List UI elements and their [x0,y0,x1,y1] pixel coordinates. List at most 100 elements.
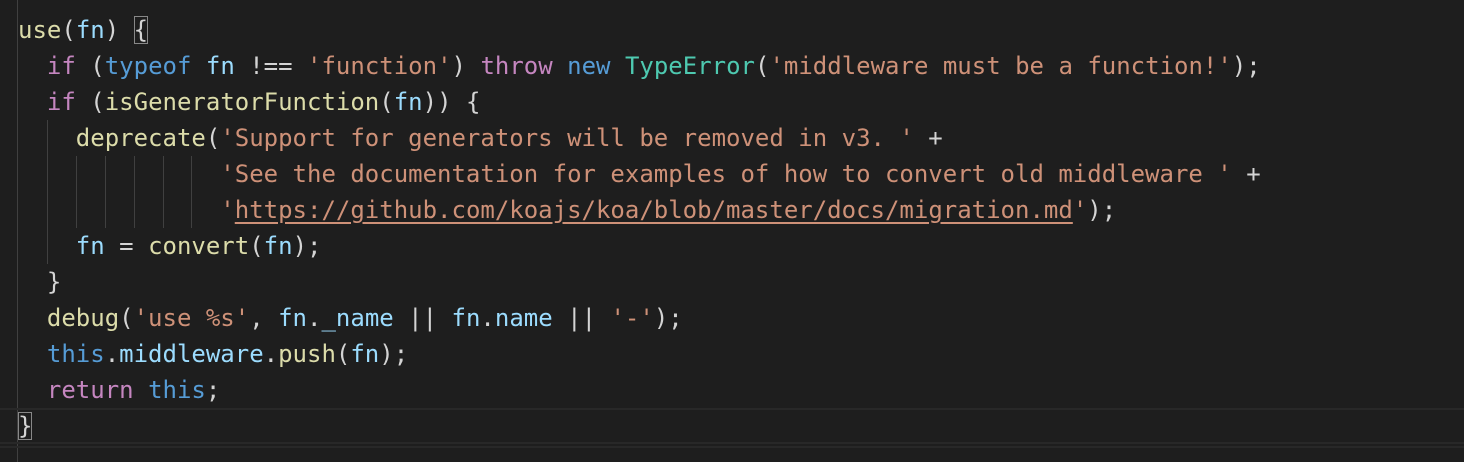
code-token: 'function' [307,52,452,80]
code-token: ) [104,16,134,44]
code-token: = [104,232,149,260]
code-token: middleware [119,340,264,368]
code-line[interactable]: 'https://github.com/koajs/koa/blob/maste… [18,192,1464,228]
code-token: 'use %s' [133,304,250,332]
code-line[interactable]: if (typeof fn !== 'function') throw new … [18,48,1464,84]
code-token: ) [451,52,481,80]
code-token: || [393,304,452,332]
code-token: . [307,304,322,332]
indent-guide [104,156,106,192]
code-line[interactable]: 'See the documentation for examples of h… [18,156,1464,192]
code-lines[interactable]: use(fn) { if (typeof fn !== 'function') … [18,12,1464,444]
indent-guide [75,192,77,228]
code-token: + [1231,160,1261,188]
code-token: debug [46,304,120,332]
code-token: fn [350,340,380,368]
indent-guide [191,192,193,228]
code-token: ); [1087,196,1117,224]
code-token: name [494,304,553,332]
code-token: ); [1231,52,1261,80]
code-token: fn [205,52,235,80]
code-token: ( [205,124,221,152]
code-line[interactable]: } [0,408,1464,444]
code-link[interactable]: https://github.com/koajs/koa/blob/master… [235,196,1073,224]
code-token: 'Support for generators will be removed … [220,124,914,152]
indent-guide [162,156,164,192]
code-token: new [567,52,611,80]
code-token: use [18,16,62,44]
code-token: this [46,340,105,368]
indent-guide [104,192,106,228]
code-token: 'middleware must be a function!' [769,52,1232,80]
code-token: '-' [610,304,654,332]
code-token: push [278,340,336,368]
code-token: 'See the documentation for examples of h… [220,160,1232,188]
code-token: fn [75,232,105,260]
code-token: } [18,412,33,440]
code-token: convert [148,232,250,260]
code-line[interactable]: use(fn) { [18,12,1464,48]
code-line[interactable]: deprecate('Support for generators will b… [18,120,1464,156]
code-line[interactable]: fn = convert(fn); [18,228,1464,264]
code-token: } [46,268,62,296]
code-token: )) { [422,88,481,116]
code-token: . [263,340,279,368]
code-token: ( [75,88,105,116]
editor-bottom-edge [0,446,1464,448]
code-token: isGeneratorFunction [104,88,380,116]
indent-guide [162,192,164,228]
code-line[interactable]: return this; [18,372,1464,408]
code-token: ); [653,304,683,332]
code-token: { [133,16,149,44]
code-token: ( [755,52,770,80]
code-token: if [46,52,76,80]
code-token: ; [205,376,221,404]
code-token: fn [278,304,308,332]
code-token: + [913,124,943,152]
code-token: . [480,304,495,332]
indent-guide [46,120,48,156]
code-token: ' [1072,196,1088,224]
code-token: fn [451,304,481,332]
code-line[interactable]: this.middleware.push(fn); [18,336,1464,372]
code-token: ( [379,88,394,116]
code-token: this [148,376,206,404]
code-token: typeof [104,52,192,80]
indent-guide [133,192,135,228]
indent-guide [46,192,48,228]
code-token: , [249,304,279,332]
indent-guide [133,156,135,192]
code-line[interactable]: if (isGeneratorFunction(fn)) { [18,84,1464,120]
code-token: ); [379,340,409,368]
code-token: fn [263,232,293,260]
code-token: if [46,88,76,116]
code-line[interactable]: } [18,264,1464,300]
indent-guide [75,156,77,192]
code-token: _name [321,304,394,332]
code-token: ( [61,16,76,44]
code-token: deprecate [75,124,206,152]
code-token: fn [75,16,105,44]
indent-guide [191,156,193,192]
code-token: ( [335,340,351,368]
indent-guide [46,156,48,192]
code-token: ); [292,232,322,260]
code-token: || [552,304,611,332]
code-editor[interactable]: use(fn) { if (typeof fn !== 'function') … [0,0,1464,462]
code-token: return [46,376,134,404]
code-token: ( [75,52,105,80]
code-line[interactable]: debug('use %s', fn._name || fn.name || '… [18,300,1464,336]
code-token: TypeError [624,52,755,80]
code-token: fn [393,88,423,116]
